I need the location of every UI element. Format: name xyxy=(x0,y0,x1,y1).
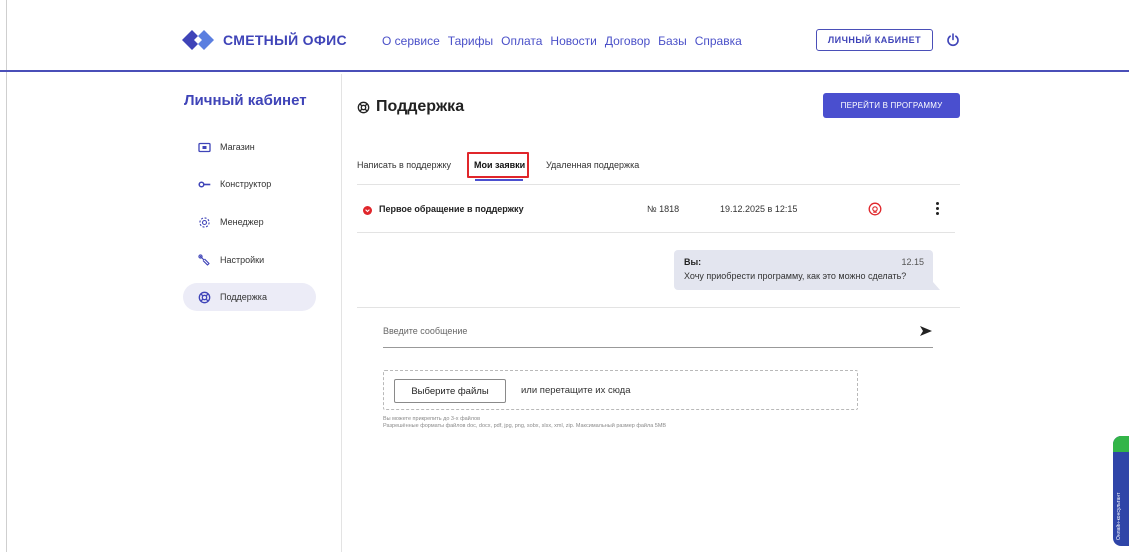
message-bubble: Вы: 12.15 Хочу приобрести программу, как… xyxy=(674,250,933,290)
ticket-row[interactable]: Первое обращение в поддержку № 1818 19.1… xyxy=(357,197,955,221)
sidebar-item-manager[interactable]: Менеджер xyxy=(183,208,316,236)
ticket-number: № 1818 xyxy=(647,204,680,214)
sidebar-item-label: Менеджер xyxy=(220,217,264,227)
sidebar-title: Личный кабинет xyxy=(184,92,307,109)
ticket-date: 19.12.2025 в 12:15 xyxy=(720,204,798,214)
ticket-title: Первое обращение в поддержку xyxy=(379,204,524,214)
sidebar-item-support[interactable]: Поддержка xyxy=(183,283,316,311)
logo-mark-icon xyxy=(182,30,214,50)
nav-help[interactable]: Справка xyxy=(695,34,742,48)
file-hint: Вы можете прикрепить до 3-х файлов Разре… xyxy=(383,416,666,430)
key-icon xyxy=(198,180,211,188)
chevron-down-icon xyxy=(363,206,372,215)
online-consultant-widget[interactable]: Онлайн-консультант xyxy=(1113,436,1129,546)
sidebar-item-label: Поддержка xyxy=(220,292,267,302)
page-title: Поддержка xyxy=(357,98,464,116)
sidebar-item-label: Конструктор xyxy=(220,179,272,189)
nav-contract[interactable]: Договор xyxy=(605,34,650,48)
message-time: 12.15 xyxy=(901,257,924,267)
tab-remote-support[interactable]: Удаленная поддержка xyxy=(546,160,639,170)
message-author: Вы: xyxy=(684,257,702,267)
page-title-text: Поддержка xyxy=(376,98,465,115)
message-input[interactable] xyxy=(383,320,910,342)
nav-news[interactable]: Новости xyxy=(550,34,596,48)
sidebar-item-constructor[interactable]: Конструктор xyxy=(183,170,316,198)
ticket-divider xyxy=(357,232,955,233)
sidebar-item-settings[interactable]: Настройки xyxy=(183,246,316,274)
store-icon xyxy=(198,142,211,152)
open-program-button[interactable]: ПЕРЕЙТИ В ПРОГРАММУ xyxy=(823,93,960,118)
more-menu-icon[interactable] xyxy=(933,202,941,216)
file-dropzone[interactable]: Выберите файлы или перетащите их сюда xyxy=(383,370,858,410)
nav-payment[interactable]: Оплата xyxy=(501,34,542,48)
file-hint-formats: Разрешённые форматы файлов doc, docx, pd… xyxy=(383,423,667,429)
tabs-divider xyxy=(357,184,960,185)
main-nav: О сервисе Тарифы Оплата Новости Договор … xyxy=(382,34,742,48)
nav-bases[interactable]: Базы xyxy=(658,34,687,48)
logo-text: СМЕТНЫЙ ОФИС xyxy=(223,32,347,48)
frame-border xyxy=(6,0,7,552)
wrench-icon xyxy=(198,253,210,266)
sidebar-item-store[interactable]: Магазин xyxy=(183,133,316,161)
send-icon[interactable] xyxy=(919,325,933,337)
file-hint-count: Вы можете прикрепить до 3-х файлов xyxy=(383,416,480,422)
sidebar-item-label: Настройки xyxy=(220,255,265,265)
status-icon xyxy=(868,202,882,216)
message-input-underline xyxy=(383,347,933,348)
tab-write-support[interactable]: Написать в поддержку xyxy=(357,160,451,170)
widget-accent xyxy=(1113,436,1129,452)
site-header: СМЕТНЫЙ ОФИС О сервисе Тарифы Оплата Нов… xyxy=(0,0,1129,72)
choose-files-button[interactable]: Выберите файлы xyxy=(394,379,506,403)
message-bubble-tail xyxy=(933,282,940,290)
lifebuoy-icon xyxy=(198,291,211,303)
chat-divider xyxy=(357,307,960,308)
widget-label: Онлайн-консультант xyxy=(1116,492,1122,540)
active-tab-underline xyxy=(475,179,523,181)
gear-icon xyxy=(199,216,210,228)
power-icon[interactable] xyxy=(946,33,960,47)
logo[interactable]: СМЕТНЫЙ ОФИС xyxy=(182,30,347,50)
nav-tariffs[interactable]: Тарифы xyxy=(448,34,493,48)
personal-cabinet-button[interactable]: ЛИЧНЫЙ КАБИНЕТ xyxy=(816,29,933,51)
sidebar-item-label: Магазин xyxy=(220,142,255,152)
nav-about[interactable]: О сервисе xyxy=(382,34,440,48)
drop-hint: или перетащите их сюда xyxy=(521,385,631,396)
sidebar-divider xyxy=(341,74,342,552)
lifebuoy-icon xyxy=(357,101,370,113)
tab-highlight-box xyxy=(467,152,529,178)
message-text: Хочу приобрести программу, как это можно… xyxy=(684,271,907,281)
